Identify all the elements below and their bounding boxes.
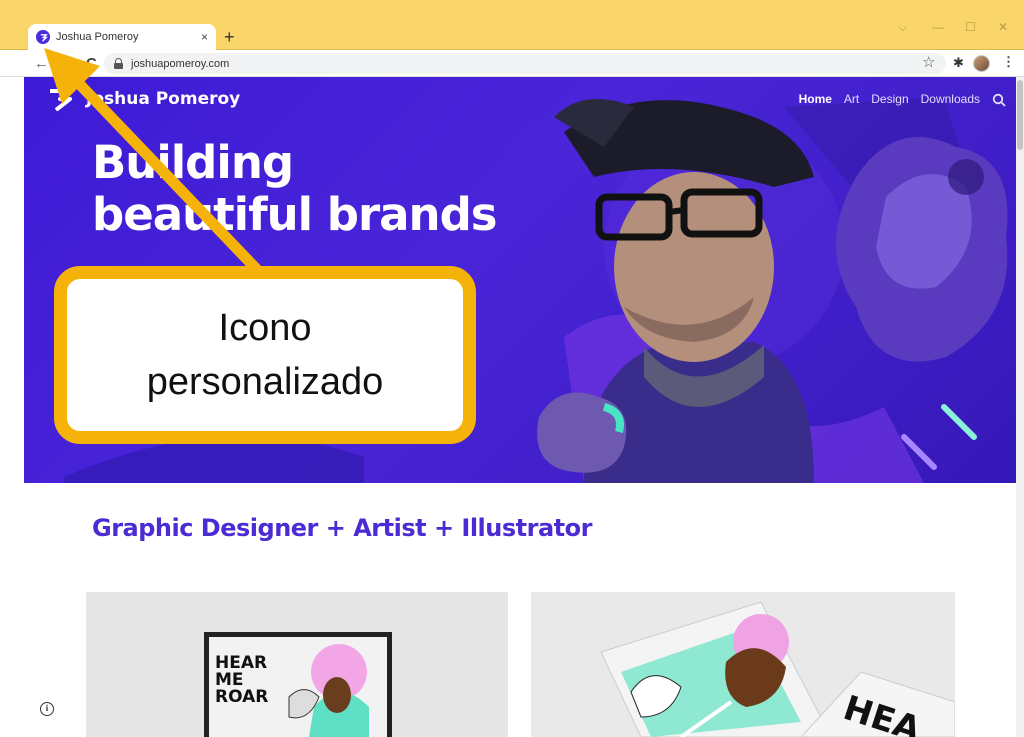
nav-home[interactable]: Home bbox=[799, 92, 832, 107]
small-3d-shape bbox=[537, 392, 627, 473]
nav-design[interactable]: Design bbox=[871, 92, 908, 107]
minimize-icon[interactable]: — bbox=[932, 20, 944, 34]
new-tab-button[interactable]: + bbox=[224, 27, 235, 47]
scrollbar-thumb[interactable] bbox=[1017, 80, 1023, 150]
screenshot: Joshua Pomeroy × + ⌵ — ☐ ✕ ← C joshuapom… bbox=[0, 0, 1024, 737]
portfolio-card[interactable]: HEA bbox=[531, 592, 955, 737]
info-icon[interactable]: i bbox=[40, 702, 54, 716]
tab-strip: Joshua Pomeroy × + ⌵ — ☐ ✕ bbox=[0, 0, 1024, 50]
portfolio-card[interactable]: HEAR ME ROAR bbox=[86, 592, 508, 737]
bookmark-star-icon[interactable]: ☆ bbox=[922, 53, 935, 71]
annotation-callout: Icono personalizado bbox=[54, 266, 476, 444]
maximize-icon[interactable]: ☐ bbox=[965, 20, 976, 34]
tab-close-icon[interactable]: × bbox=[201, 30, 208, 44]
nav-art[interactable]: Art bbox=[844, 92, 859, 107]
browser-tab[interactable]: Joshua Pomeroy × bbox=[28, 24, 216, 50]
poster-frame: HEAR ME ROAR bbox=[204, 632, 392, 737]
profile-avatar[interactable] bbox=[973, 55, 990, 72]
tab-title: Joshua Pomeroy bbox=[56, 31, 139, 43]
site-search-icon[interactable] bbox=[992, 93, 1006, 107]
site-nav: Home Art Design Downloads bbox=[799, 92, 1006, 107]
site-name[interactable]: Joshua Pomeroy bbox=[86, 89, 240, 109]
tab-search-icon[interactable]: ⌵ bbox=[898, 20, 907, 35]
menu-kebab-icon[interactable]: ⋮ bbox=[1002, 55, 1015, 69]
back-icon[interactable]: ← bbox=[34, 55, 49, 72]
lock-icon bbox=[114, 58, 123, 69]
callout-line-2: personalizado bbox=[146, 361, 384, 403]
site-logo-icon[interactable] bbox=[48, 89, 78, 111]
abstract-3d-shape bbox=[836, 137, 1008, 362]
custom-favicon-icon bbox=[36, 30, 50, 44]
extensions-icon[interactable]: ✱ bbox=[953, 55, 964, 71]
callout-line-1: Icono bbox=[218, 307, 312, 349]
address-bar[interactable]: joshuapomeroy.com bbox=[104, 53, 946, 74]
headline-line-1: Building bbox=[92, 136, 294, 189]
address-bar-row: ← C joshuapomeroy.com ☆ ✱ bbox=[0, 50, 1024, 77]
close-window-icon[interactable]: ✕ bbox=[998, 20, 1008, 34]
site-tagline: Graphic Designer + Artist + Illustrator bbox=[92, 514, 592, 542]
scrollbar[interactable] bbox=[1016, 77, 1024, 737]
hero-headline: Building beautiful brands bbox=[92, 137, 582, 241]
poster-word-3: ROAR bbox=[215, 687, 269, 707]
nav-downloads[interactable]: Downloads bbox=[921, 92, 980, 107]
url-text: joshuapomeroy.com bbox=[131, 57, 230, 70]
reload-icon[interactable]: C bbox=[86, 55, 97, 72]
headline-line-2: beautiful brands bbox=[92, 188, 498, 241]
